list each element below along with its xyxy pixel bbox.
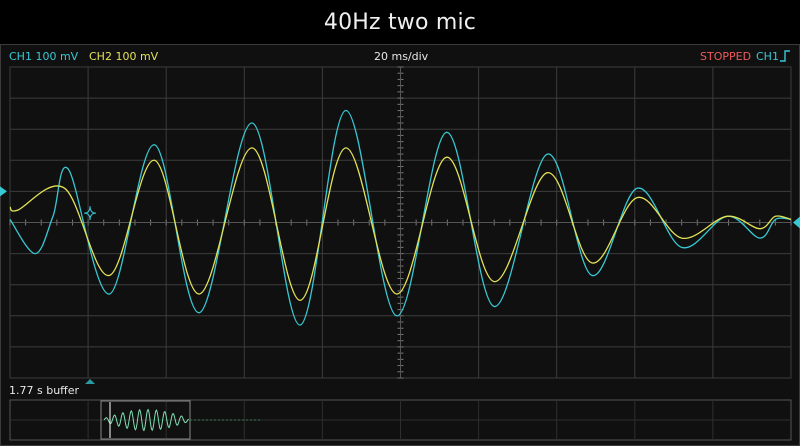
trigger-position-marker[interactable]	[85, 379, 96, 384]
ch1-offset-marker[interactable]	[0, 186, 7, 197]
trigger-point-star	[84, 206, 97, 221]
center-ticks	[9, 66, 792, 379]
buffer-label: 1.77 s buffer	[9, 384, 80, 397]
trigger-level-marker[interactable]	[793, 216, 800, 229]
scope-display[interactable]	[0, 0, 800, 446]
trigger-point-icon	[84, 206, 97, 221]
